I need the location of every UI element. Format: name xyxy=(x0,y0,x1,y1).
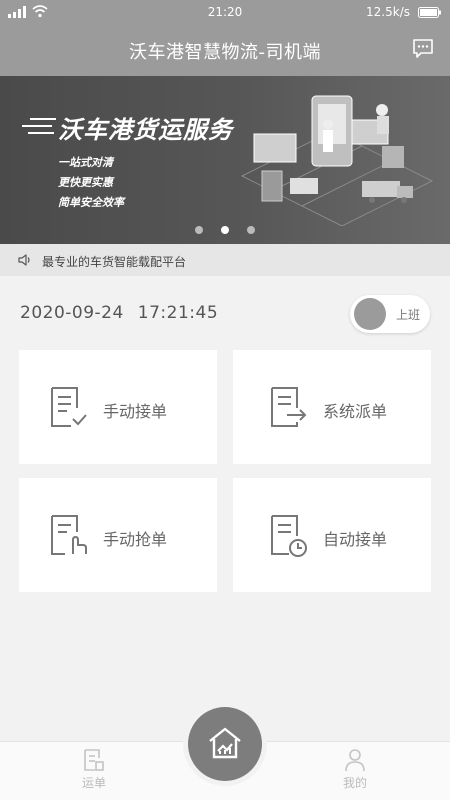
current-time: 17:21:45 xyxy=(137,303,219,323)
banner-title: 沃车港货运服务 xyxy=(58,116,233,144)
page-title: 沃车港智慧物流-司机端 xyxy=(129,42,321,63)
speed-lines-decoration xyxy=(22,118,56,134)
waybill-icon xyxy=(84,749,104,771)
battery-icon xyxy=(418,7,441,18)
promo-banner[interactable]: 沃车港货运服务 一站式对清 更快更实惠 简单安全效率 xyxy=(0,76,450,244)
message-icon[interactable] xyxy=(412,38,434,60)
nav-waybill-label: 运单 xyxy=(81,776,106,790)
banner-line-3: 简单安全效率 xyxy=(58,196,124,209)
manual-grab-order-card[interactable]: 手动抢单 xyxy=(19,478,217,592)
document-clock-icon xyxy=(271,515,307,557)
user-icon xyxy=(345,749,365,772)
carousel-dots[interactable] xyxy=(0,226,450,234)
app-header: 沃车港智慧物流-司机端 xyxy=(0,24,450,76)
home-button[interactable] xyxy=(188,707,262,781)
document-arrow-icon xyxy=(271,387,307,427)
document-check-icon xyxy=(51,387,87,427)
notice-bar: 最专业的车货智能载配平台 xyxy=(0,244,450,276)
carousel-dot-active[interactable] xyxy=(221,226,229,234)
nav-mine-label: 我的 xyxy=(342,776,367,790)
nav-mine[interactable]: 我的 xyxy=(325,748,385,791)
notice-text: 最专业的车货智能载配平台 xyxy=(42,255,187,269)
card-label: 手动抢单 xyxy=(103,530,168,549)
current-datetime: 2020-09-24 17:21:45 xyxy=(20,303,218,323)
banner-line-2: 更快更实惠 xyxy=(58,176,113,189)
home-chart-icon xyxy=(209,727,241,759)
nav-waybill[interactable]: 运单 xyxy=(64,748,124,791)
current-date: 2020-09-24 xyxy=(20,303,124,323)
card-label: 自动接单 xyxy=(323,530,388,549)
on-duty-toggle[interactable]: 上班 xyxy=(350,295,430,333)
auto-accept-order-card[interactable]: 自动接单 xyxy=(233,478,431,592)
logistics-illustration xyxy=(240,95,434,226)
carousel-dot[interactable] xyxy=(195,226,203,234)
toggle-knob[interactable] xyxy=(354,298,386,330)
status-bar: 21:20 12.5k/s xyxy=(0,0,450,24)
carousel-dot[interactable] xyxy=(247,226,255,234)
document-tap-icon xyxy=(51,515,87,555)
card-label: 系统派单 xyxy=(323,402,388,421)
network-speed: 12.5k/s xyxy=(366,5,410,19)
speaker-icon xyxy=(18,254,30,266)
toggle-label: 上班 xyxy=(396,308,421,322)
manual-accept-order-card[interactable]: 手动接单 xyxy=(19,350,217,464)
banner-line-1: 一站式对清 xyxy=(58,156,113,169)
card-label: 手动接单 xyxy=(103,402,168,421)
system-dispatch-card[interactable]: 系统派单 xyxy=(233,350,431,464)
